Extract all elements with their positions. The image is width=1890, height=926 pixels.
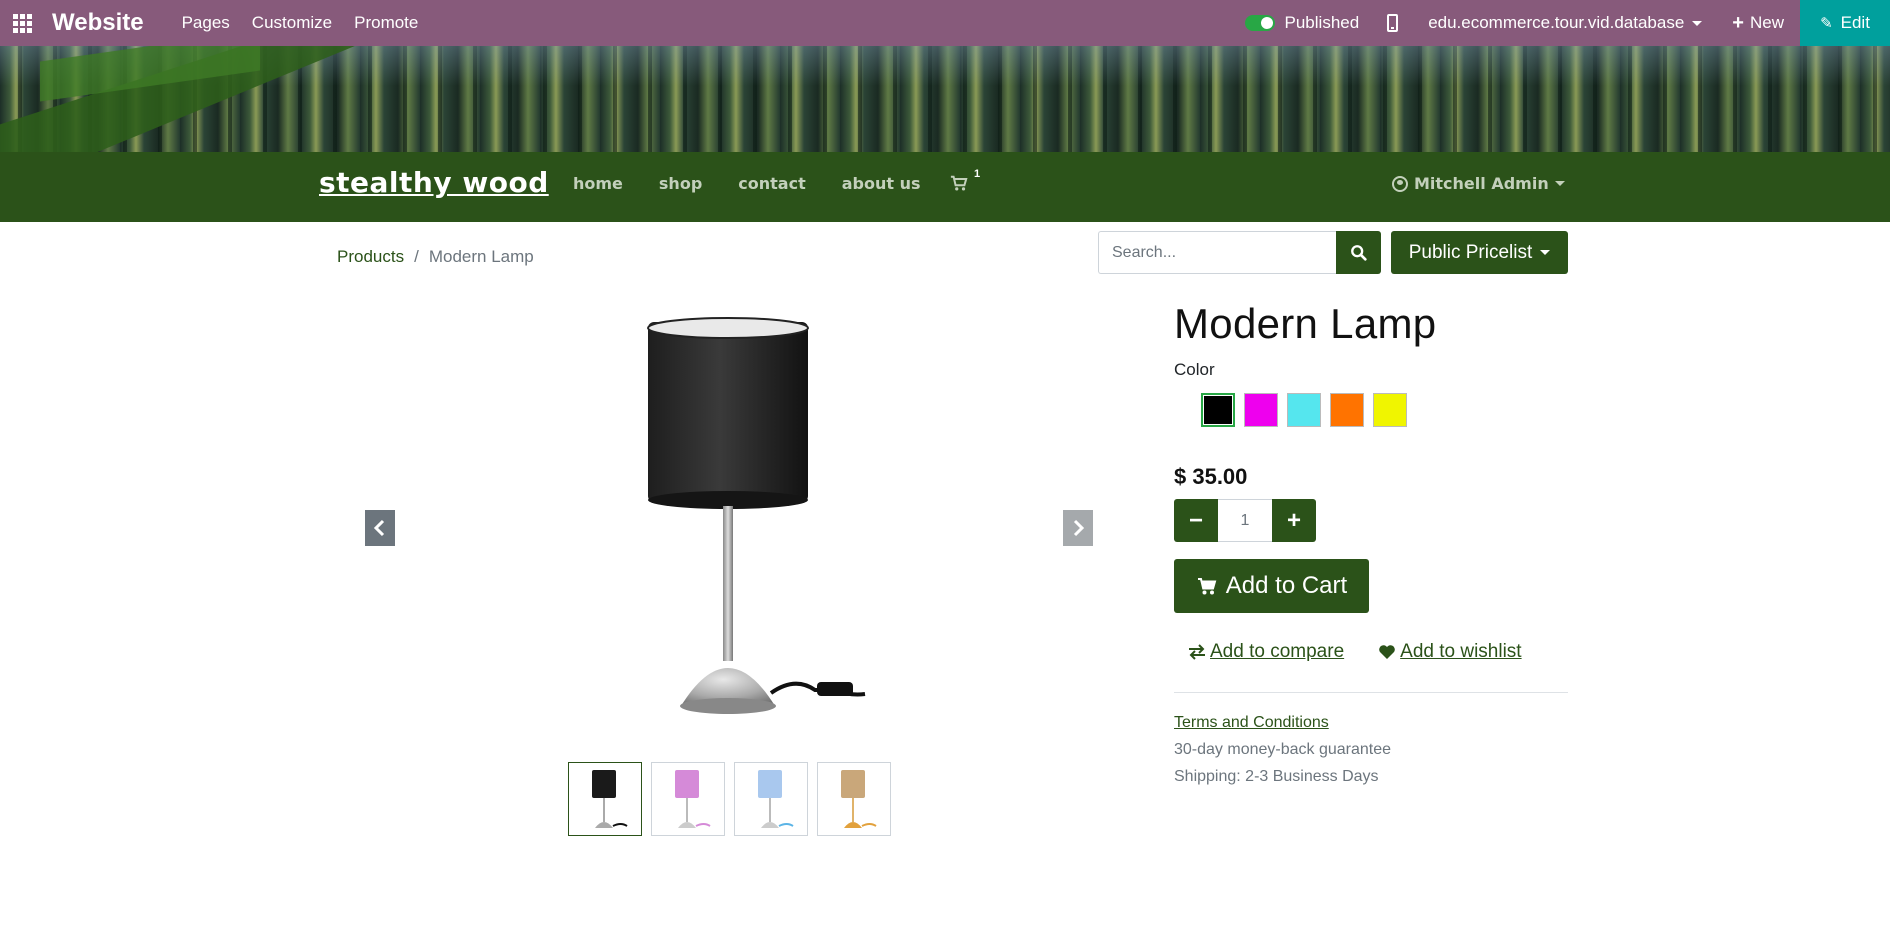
new-button[interactable]: + New [1732, 13, 1784, 33]
carousel-prev-button[interactable] [365, 510, 395, 546]
cart-icon [1197, 578, 1217, 595]
forest-banner-image [0, 46, 1890, 152]
breadcrumb: Products / Modern Lamp [337, 247, 534, 267]
breadcrumb-separator: / [414, 247, 419, 266]
apps-menu-icon[interactable] [0, 0, 44, 46]
add-to-compare-label: Add to compare [1210, 641, 1345, 662]
terms-and-conditions-link[interactable]: Terms and Conditions [1174, 714, 1329, 732]
product-main-image [647, 317, 866, 714]
search-button[interactable] [1336, 231, 1381, 274]
chevron-down-icon [1540, 250, 1551, 255]
publish-switch[interactable] [1244, 15, 1275, 31]
lamp-thumbnail-image [592, 770, 628, 828]
breadcrumb-products[interactable]: Products [337, 247, 404, 267]
product-carousel [365, 300, 1093, 750]
money-back-info: 30-day money-back guarantee [1174, 741, 1392, 758]
pencil-icon: ✎ [1820, 15, 1833, 32]
database-switcher[interactable]: edu.ecommerce.tour.vid.database [1428, 13, 1703, 33]
database-name: edu.ecommerce.tour.vid.database [1428, 13, 1685, 32]
editor-topbar: Website Pages Customize Promote Publishe… [0, 0, 1890, 46]
quantity-increase-button[interactable]: + [1272, 499, 1316, 542]
heart-icon [1379, 645, 1395, 659]
add-to-wishlist-label: Add to wishlist [1400, 641, 1522, 662]
quantity-decrease-button[interactable]: − [1174, 499, 1218, 542]
lamp-thumbnail-image [675, 770, 711, 828]
product-price: $ 35.00 [1174, 464, 1248, 489]
search-icon [1350, 244, 1367, 261]
product-title: Modern Lamp [1174, 300, 1437, 347]
add-to-cart-label: Add to Cart [1225, 572, 1348, 599]
pricelist-label: Public Pricelist [1408, 241, 1533, 263]
add-to-wishlist-link[interactable]: Add to wishlist [1378, 641, 1522, 663]
user-circle-icon [1392, 175, 1408, 192]
nav-shop[interactable]: shop [659, 174, 702, 193]
color-attribute-label: Color [1174, 360, 1215, 379]
quantity-input[interactable] [1218, 499, 1272, 542]
nav-about-us[interactable]: about us [842, 174, 921, 193]
menu-promote[interactable]: Promote [354, 13, 418, 33]
swatch-orange[interactable] [1330, 393, 1364, 427]
swatch-magenta[interactable] [1244, 393, 1278, 427]
thumbnail-pink[interactable] [651, 762, 725, 836]
nav-home[interactable]: home [573, 174, 623, 193]
chevron-right-icon [1073, 519, 1085, 537]
quantity-stepper: − + [1174, 499, 1316, 542]
product-actions: Add to compare Add to wishlist [1188, 641, 1522, 663]
divider [1174, 692, 1568, 693]
user-name: Mitchell Admin [1414, 174, 1549, 193]
cart-count-badge: 1 [974, 168, 981, 180]
publish-toggle[interactable]: Published [1244, 13, 1360, 33]
edit-button[interactable]: ✎ Edit [1800, 0, 1890, 46]
swatch-yellow[interactable] [1373, 393, 1407, 427]
thumbnail-strip [568, 762, 891, 836]
thumbnail-black[interactable] [568, 762, 642, 836]
color-swatches [1201, 393, 1407, 427]
site-logo[interactable]: stealthy wood [319, 166, 549, 199]
shipping-info: Shipping: 2-3 Business Days [1174, 768, 1379, 785]
chevron-down-icon [1554, 181, 1565, 186]
nav-contact[interactable]: contact [738, 174, 805, 193]
add-to-compare-link[interactable]: Add to compare [1188, 641, 1344, 663]
search-input[interactable] [1098, 231, 1336, 274]
breadcrumb-current: Modern Lamp [428, 247, 534, 266]
app-brand[interactable]: Website [52, 9, 144, 37]
publish-label: Published [1284, 13, 1360, 32]
carousel-next-button[interactable] [1063, 510, 1093, 546]
menu-customize[interactable]: Customize [252, 13, 332, 33]
cart-link[interactable]: 1 [950, 168, 980, 197]
lamp-thumbnail-image [841, 770, 877, 828]
thumbnail-blue[interactable] [734, 762, 808, 836]
editor-menu: Pages Customize Promote [182, 13, 419, 33]
edit-label: Edit [1840, 13, 1870, 32]
chevron-down-icon [1692, 20, 1703, 26]
thumbnail-beige[interactable] [817, 762, 891, 836]
menu-pages[interactable]: Pages [182, 13, 230, 33]
cart-icon [950, 175, 968, 191]
site-header: stealthy wood home shop contact about us… [0, 152, 1890, 222]
swatch-black[interactable] [1201, 393, 1235, 427]
plus-icon: + [1732, 12, 1744, 34]
swatch-cyan[interactable] [1287, 393, 1321, 427]
add-to-cart-button[interactable]: Add to Cart [1174, 559, 1369, 613]
mobile-preview-icon[interactable] [1387, 14, 1399, 32]
lamp-thumbnail-image [758, 770, 794, 828]
site-nav: home shop contact about us [573, 174, 920, 193]
chevron-left-icon [373, 519, 385, 537]
pricelist-dropdown[interactable]: Public Pricelist [1391, 231, 1568, 274]
product-search [1098, 231, 1381, 274]
new-label: New [1749, 13, 1784, 32]
exchange-icon [1189, 644, 1205, 660]
user-menu[interactable]: Mitchell Admin [1392, 174, 1565, 193]
